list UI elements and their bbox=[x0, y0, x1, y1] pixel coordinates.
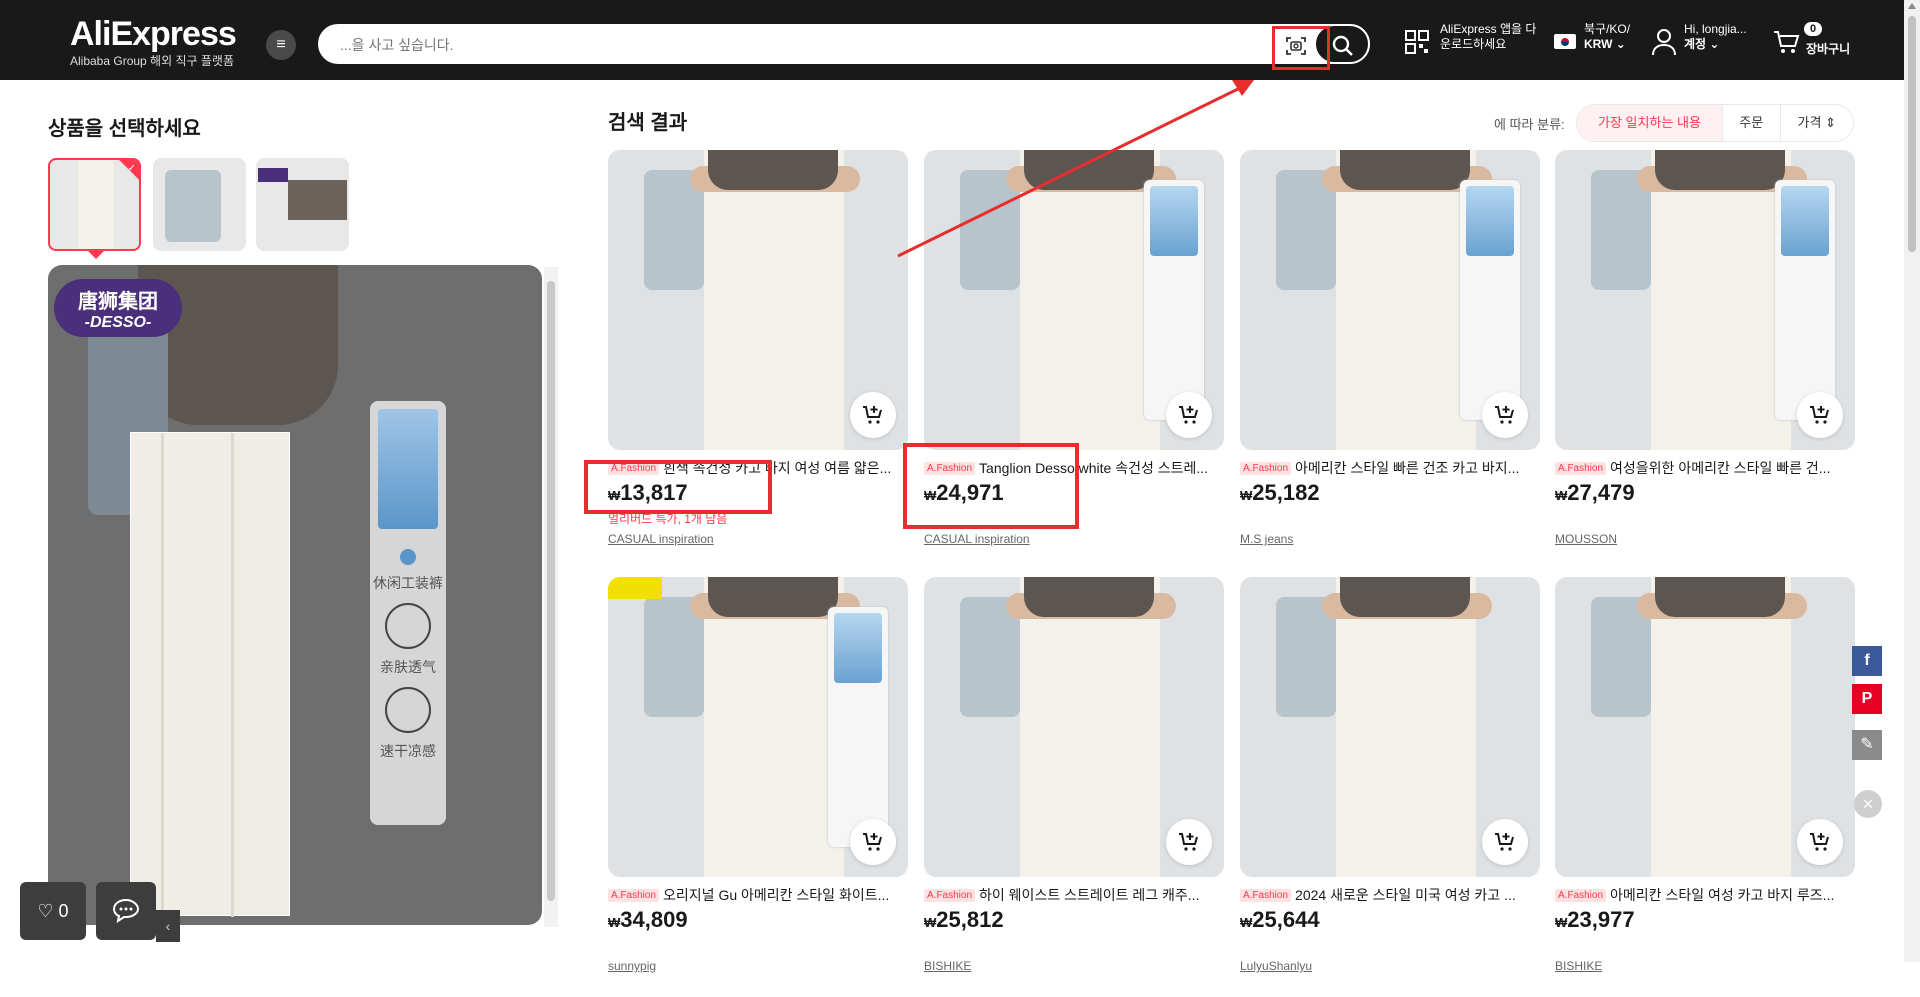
facebook-share-icon[interactable]: f bbox=[1852, 646, 1882, 676]
annotation-box-price-2 bbox=[903, 443, 1079, 529]
page-scrollbar[interactable] bbox=[1904, 0, 1920, 962]
edit-feedback-icon[interactable]: ✎ bbox=[1852, 730, 1882, 760]
pinterest-share-icon[interactable]: P bbox=[1852, 684, 1882, 714]
annotation-box-price-1 bbox=[584, 460, 772, 514]
close-icon[interactable]: × bbox=[1854, 790, 1882, 818]
